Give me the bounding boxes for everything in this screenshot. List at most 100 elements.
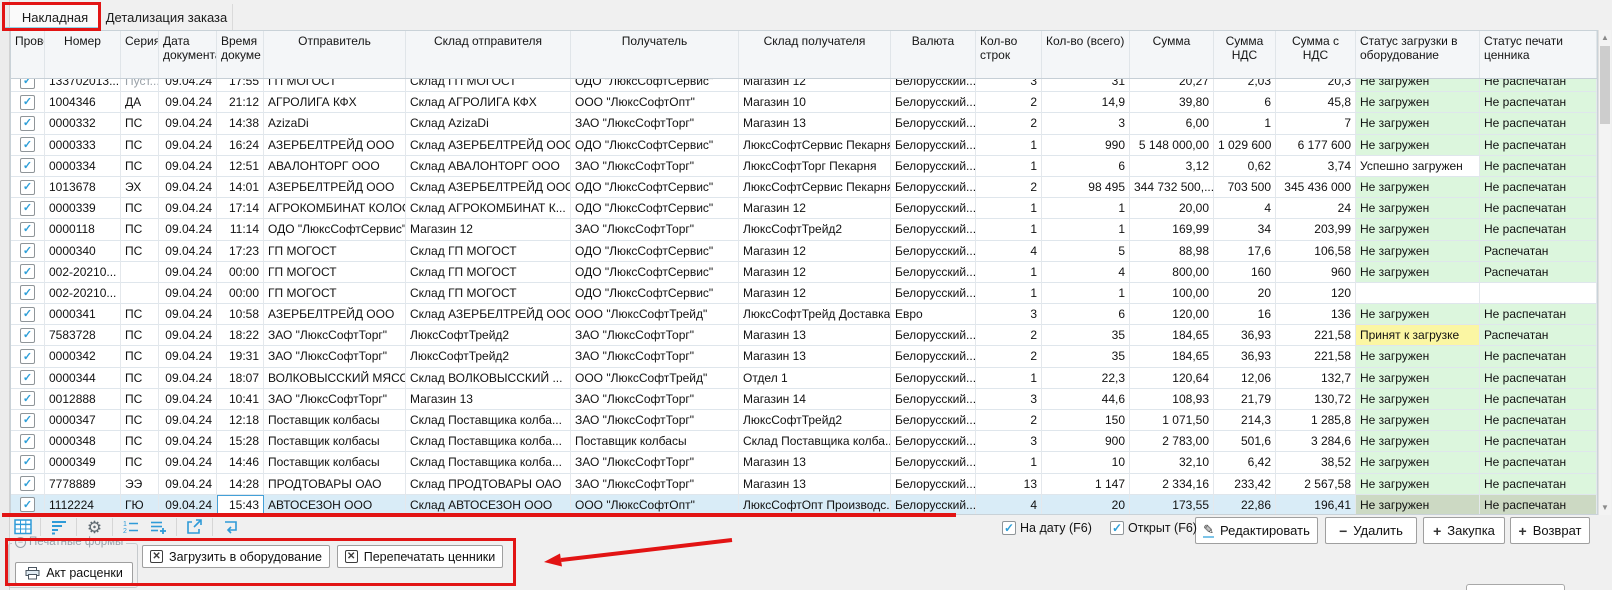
cell-total[interactable]: 130,72 — [1276, 389, 1356, 410]
cell-recipient_wh[interactable]: Магазин 13 — [739, 474, 891, 495]
cell-load[interactable]: Не загружен — [1356, 304, 1480, 325]
cell-load[interactable]: Не загружен — [1356, 474, 1480, 495]
table-row[interactable]: ✓0000344ПС09.04.2418:07ВОЛКОВЫССКИЙ МЯСО… — [11, 368, 1597, 389]
cell-currency[interactable]: Белорусский... — [891, 135, 976, 156]
cell-recipient_wh[interactable]: ЛюксСофтТорг Пекарня — [739, 156, 891, 177]
cell-vat[interactable]: 0,62 — [1214, 156, 1276, 177]
cell-recipient[interactable]: ОДО "ЛюксСофтСервис" — [571, 262, 739, 283]
cell-series[interactable]: ПС — [121, 198, 159, 219]
cell-time[interactable]: 16:24 — [217, 135, 264, 156]
cell-check[interactable]: ✓ — [11, 177, 45, 198]
cell-currency[interactable]: Белорусский... — [891, 431, 976, 452]
cell-series[interactable]: ДА — [121, 92, 159, 113]
cell-date[interactable]: 09.04.24 — [159, 92, 217, 113]
cell-qty[interactable]: 20 — [1042, 495, 1130, 515]
cell-sender[interactable]: AzizaDi — [264, 113, 406, 134]
cell-lines[interactable]: 2 — [976, 410, 1042, 431]
cell-total[interactable]: 132,7 — [1276, 368, 1356, 389]
cell-load[interactable]: Не загружен — [1356, 262, 1480, 283]
cell-series[interactable]: ПС — [121, 368, 159, 389]
cell-qty[interactable]: 1 — [1042, 219, 1130, 240]
table-row[interactable]: ✓0000333ПС09.04.2416:24АЗЕРБЕЛТРЕЙД ОООС… — [11, 135, 1597, 156]
cell-currency[interactable]: Белорусский... — [891, 219, 976, 240]
column-header-recipient_wh[interactable]: Склад получателя — [739, 31, 891, 78]
cell-currency[interactable]: Белорусский... — [891, 92, 976, 113]
cell-recipient_wh[interactable]: Магазин 12 — [739, 283, 891, 304]
cell-check[interactable]: ✓ — [11, 219, 45, 240]
table-row[interactable]: ✓1004346ДА09.04.2421:12АГРОЛИГА КФХСклад… — [11, 92, 1597, 113]
cell-date[interactable]: 09.04.24 — [159, 177, 217, 198]
row-checkbox[interactable]: ✓ — [20, 137, 35, 152]
row-checkbox[interactable]: ✓ — [20, 180, 35, 195]
cell-recipient_wh[interactable]: Магазин 14 — [739, 389, 891, 410]
cell-recipient_wh[interactable]: ЛюксСофтСервис Пекарня — [739, 177, 891, 198]
cell-total[interactable]: 221,58 — [1276, 346, 1356, 367]
cell-print[interactable]: Не распечатан — [1480, 495, 1597, 515]
cell-total[interactable]: 2 567,58 — [1276, 474, 1356, 495]
cell-num[interactable]: 0000334 — [45, 156, 121, 177]
cell-total[interactable]: 1 285,8 — [1276, 410, 1356, 431]
cell-check[interactable]: ✓ — [11, 283, 45, 304]
cell-sender[interactable]: АГРОКОМБИНАТ КОЛОС ... — [264, 198, 406, 219]
cell-time[interactable]: 18:22 — [217, 325, 264, 346]
cell-num[interactable]: 0000342 — [45, 346, 121, 367]
cell-sender[interactable]: ЗАО "ЛюксСофтТорг" — [264, 325, 406, 346]
cell-check[interactable]: ✓ — [11, 474, 45, 495]
table-row[interactable]: ✓002-20210...09.04.2400:00ГП МОГОСТСклад… — [11, 283, 1597, 304]
cell-sender_wh[interactable]: Склад АЗЕРБЕЛТРЕЙД ООО — [406, 177, 571, 198]
cell-qty[interactable]: 10 — [1042, 452, 1130, 473]
cell-recipient_wh[interactable]: Магазин 12 — [739, 198, 891, 219]
cell-sender_wh[interactable]: Склад Поставщика колба... — [406, 410, 571, 431]
cell-sum[interactable]: 100,00 — [1130, 283, 1214, 304]
cell-recipient_wh[interactable]: ЛюксСофтОпт Производс... — [739, 495, 891, 515]
cell-print[interactable]: Не распечатан — [1480, 177, 1597, 198]
cell-sender_wh[interactable]: Склад ГП МОГОСТ — [406, 283, 571, 304]
cell-load[interactable]: Не загружен — [1356, 241, 1480, 262]
cell-recipient_wh[interactable]: Магазин 13 — [739, 346, 891, 367]
cell-recipient[interactable]: ЗАО "ЛюксСофтТорг" — [571, 219, 739, 240]
column-header-num[interactable]: Номер — [45, 31, 121, 78]
cell-num[interactable]: 0000333 — [45, 135, 121, 156]
cell-lines[interactable]: 4 — [976, 495, 1042, 515]
filter-icon[interactable] — [48, 517, 69, 538]
numbered-list-icon[interactable]: 12 — [120, 517, 141, 538]
column-header-sender_wh[interactable]: Склад отправителя — [406, 31, 571, 78]
cell-recipient_wh[interactable]: Склад Поставщика колба... — [739, 431, 891, 452]
cell-check[interactable]: ✓ — [11, 389, 45, 410]
cell-vat[interactable]: 20 — [1214, 283, 1276, 304]
cell-qty[interactable]: 6 — [1042, 304, 1130, 325]
cell-sum[interactable]: 800,00 — [1130, 262, 1214, 283]
cell-check[interactable]: ✓ — [11, 135, 45, 156]
cell-currency[interactable]: Белорусский... — [891, 262, 976, 283]
vertical-scrollbar[interactable]: ▲ ▼ — [1598, 30, 1611, 515]
cell-sum[interactable]: 184,65 — [1130, 346, 1214, 367]
cell-recipient_wh[interactable]: Магазин 13 — [739, 325, 891, 346]
cell-time[interactable]: 15:43 — [217, 495, 264, 515]
cell-date[interactable]: 09.04.24 — [159, 219, 217, 240]
cell-print[interactable]: Не распечатан — [1480, 346, 1597, 367]
cell-lines[interactable]: 1 — [976, 219, 1042, 240]
cell-total[interactable]: 345 436 000 — [1276, 177, 1356, 198]
table-row[interactable]: ✓0012888ПС09.04.2410:41ЗАО "ЛюксСофтТорг… — [11, 389, 1597, 410]
column-header-total[interactable]: Сумма с НДС — [1276, 31, 1356, 78]
cell-print[interactable]: Не распечатан — [1480, 304, 1597, 325]
cell-vat[interactable]: 6 — [1214, 92, 1276, 113]
cell-total[interactable]: 38,52 — [1276, 452, 1356, 473]
row-checkbox[interactable]: ✓ — [20, 413, 35, 428]
cell-sender[interactable]: АЗЕРБЕЛТРЕЙД ООО — [264, 177, 406, 198]
row-checkbox[interactable]: ✓ — [20, 95, 35, 110]
cell-total[interactable]: 203,99 — [1276, 219, 1356, 240]
row-checkbox[interactable]: ✓ — [20, 285, 35, 300]
delete-button[interactable]: − Удалить — [1325, 517, 1417, 544]
cell-load[interactable]: Не загружен — [1356, 346, 1480, 367]
cell-sum[interactable]: 169,99 — [1130, 219, 1214, 240]
cell-recipient[interactable]: ЗАО "ЛюксСофтТорг" — [571, 325, 739, 346]
cell-time[interactable]: 00:00 — [217, 262, 264, 283]
cell-series[interactable] — [121, 283, 159, 304]
table-row[interactable]: ✓1013678ЭХ09.04.2414:01АЗЕРБЕЛТРЕЙД ОООС… — [11, 177, 1597, 198]
cell-series[interactable]: ГЮ — [121, 495, 159, 515]
cell-sender_wh[interactable]: Склад Поставщика колба... — [406, 452, 571, 473]
cell-num[interactable]: 7583728 — [45, 325, 121, 346]
cell-lines[interactable]: 3 — [976, 431, 1042, 452]
cell-date[interactable]: 09.04.24 — [159, 283, 217, 304]
